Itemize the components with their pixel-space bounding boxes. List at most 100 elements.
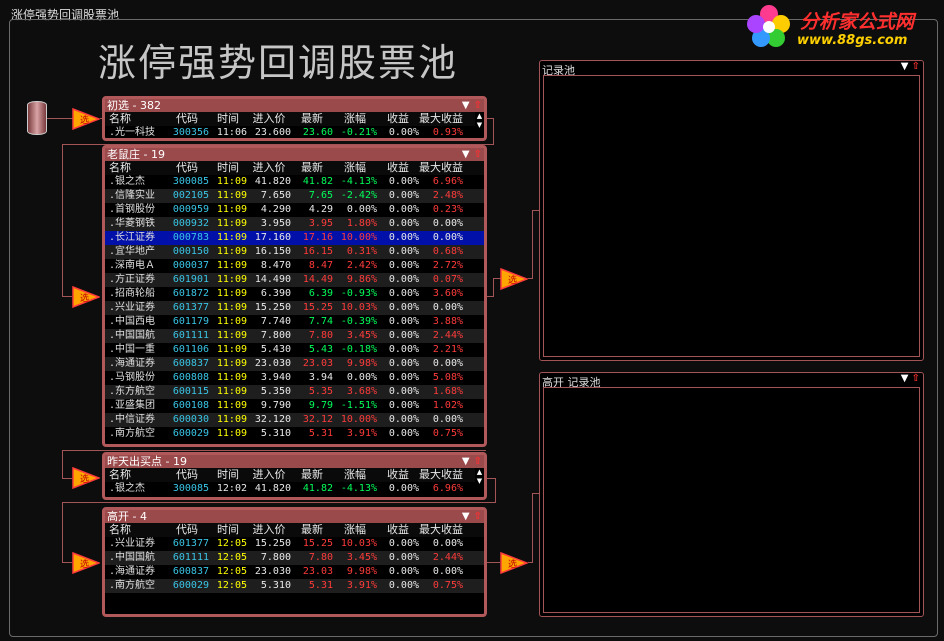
wire [62, 502, 496, 503]
dropdown-icon[interactable]: ▼ [901, 373, 909, 384]
last-price: 23.03 [302, 566, 333, 577]
pool-zuotian-maidian[interactable]: 昨天出买点 - 19 ▼ ⇧ 名称 代码 时间 进入价 最新 涨幅 收益 最大收益 .银之杰 3000… [102, 452, 487, 500]
last-price: 5.43 [308, 344, 333, 355]
export-up-icon[interactable]: ⇧ [912, 373, 920, 384]
table-row[interactable]: .兴业证券 601377 11:09 15.250 15.25 10.03% 0.00% 0.… [105, 301, 484, 315]
scrollbar[interactable]: ▲ ▼ [475, 468, 484, 486]
scrollbar[interactable]: ▲ ▼ [475, 112, 484, 130]
entry-price: 9.790 [260, 400, 291, 411]
table-row[interactable]: .中信证券 600030 11:09 32.120 32.12 10.00% 0.00% 0.… [105, 413, 484, 427]
last-price: 15.25 [302, 538, 333, 549]
table-row[interactable]: .兴业证券 601377 12:05 15.250 15.25 10.03% 0.00% 0.… [105, 537, 484, 551]
change-pct: -1.51% [340, 400, 377, 411]
max-return-pct: 0.00% [432, 218, 463, 229]
pool-laoshuzhuang[interactable]: 老鼠庄 - 19 ▼ ⇧ 名称 代码 时间 进入价 最新 涨幅 收益 最大收益 .银之杰 300085… [102, 145, 487, 447]
wire [495, 478, 496, 502]
selector-node-icon[interactable]: 选 [500, 268, 528, 290]
last-price: 4.29 [308, 204, 333, 215]
selector-node-icon[interactable]: 选 [72, 286, 100, 308]
table-row[interactable]: .中国国航 601111 11:09 7.800 7.80 3.45% 0.00% 2.44% [105, 329, 484, 343]
selector-node-label: 选 [508, 558, 517, 570]
table-row[interactable]: .招商轮船 601872 11:09 6.390 6.39 -0.93% 0.00% 3.60… [105, 287, 484, 301]
dropdown-icon[interactable]: ▼ [462, 148, 470, 161]
last-price: 5.35 [308, 386, 333, 397]
table-row[interactable]: .中国西电 601179 11:09 7.740 7.74 -0.39% 0.00% 3.88… [105, 315, 484, 329]
selector-node-icon[interactable]: 选 [72, 108, 100, 130]
table-row[interactable]: .宜华地产 000150 11:09 16.150 16.15 0.31% 0.00% 0.6… [105, 245, 484, 259]
table-row[interactable]: .光一科技 300356 11:06 23.600 23.60 -0.21% 0.00% 0.… [105, 126, 484, 140]
stock-code: 601377 [172, 538, 209, 549]
record-pool-area[interactable] [543, 387, 920, 613]
table-row[interactable]: .南方航空 600029 12:05 5.310 5.31 3.91% 0.00% 0.75% [105, 579, 484, 593]
stock-name: .宜华地产 [109, 246, 156, 257]
entry-time: 11:09 [216, 190, 247, 201]
table-row[interactable]: .中国一重 601106 11:09 5.430 5.43 -0.18% 0.00% 2.21… [105, 343, 484, 357]
entry-price: 41.820 [254, 483, 291, 494]
entry-time: 11:09 [216, 204, 247, 215]
stock-code: 000037 [172, 260, 209, 271]
export-up-icon[interactable]: ⇧ [912, 61, 920, 72]
wire [493, 118, 494, 144]
table-row[interactable]: .南方航空 600029 11:09 5.310 5.31 3.91% 0.00% 0.75% [105, 427, 484, 441]
column-header: 最新 [301, 523, 323, 536]
entry-price: 7.650 [260, 190, 291, 201]
dropdown-icon[interactable]: ▼ [462, 510, 470, 523]
gaokai-record-pool[interactable]: 高开 记录池 ▼ ⇧ [539, 372, 924, 617]
entry-time: 11:09 [216, 316, 247, 327]
column-header: 名称 [109, 523, 131, 536]
entry-price: 5.310 [260, 428, 291, 439]
table-row[interactable]: .银之杰 300085 12:02 41.820 41.82 -4.13% 0.00% 6.9… [105, 482, 484, 496]
pool-header: 初选 - 382 ▼ ⇧ [105, 99, 484, 112]
selector-node-icon[interactable]: 选 [72, 467, 100, 489]
change-pct: 3.91% [346, 580, 377, 591]
last-price: 7.65 [308, 190, 333, 201]
table-row[interactable]: .中国国航 601111 12:05 7.800 7.80 3.45% 0.00% 2.44% [105, 551, 484, 565]
pool-grid: 名称 代码 时间 进入价 最新 涨幅 收益 最大收益 .银之杰 300085 11:09 41.820… [105, 161, 484, 441]
pool-gaokai[interactable]: 高开 - 4 ▼ ⇧ 名称 代码 时间 进入价 最新 涨幅 收益 最大收益 .兴业证券 601377 1… [102, 507, 487, 617]
stock-name: .华菱钢铁 [109, 218, 156, 229]
dropdown-icon[interactable]: ▼ [462, 455, 470, 468]
change-pct: 10.03% [340, 538, 377, 549]
dropdown-icon[interactable]: ▼ [901, 61, 909, 72]
record-pool-area[interactable] [543, 75, 920, 357]
pool-title: 高开 - 4 [107, 510, 147, 523]
column-header: 最新 [301, 112, 323, 125]
selector-node-icon[interactable]: 选 [72, 552, 100, 574]
last-price: 41.82 [302, 176, 333, 187]
table-row[interactable]: .长江证券 000783 11:09 17.160 17.16 10.00% 0.00% 0.… [105, 231, 484, 245]
table-row[interactable]: .银之杰 300085 11:09 41.820 41.82 -4.13% 0.00% 6.9… [105, 175, 484, 189]
entry-time: 11:09 [216, 344, 247, 355]
table-row[interactable]: .海通证券 600837 11:09 23.030 23.03 9.98% 0.00% 0.0… [105, 357, 484, 371]
export-up-icon[interactable]: ⇧ [474, 455, 482, 468]
change-pct: 3.45% [346, 330, 377, 341]
max-return-pct: 3.60% [432, 288, 463, 299]
table-row[interactable]: .海通证券 600837 12:05 23.030 23.03 9.98% 0.00% 0.0… [105, 565, 484, 579]
export-up-icon[interactable]: ⇧ [474, 148, 482, 161]
return-pct: 0.00% [388, 566, 419, 577]
table-row[interactable]: .信隆实业 002105 11:09 7.650 7.65 -2.42% 0.00% 2.48… [105, 189, 484, 203]
column-header: 进入价 [252, 468, 286, 481]
entry-time: 11:09 [216, 358, 247, 369]
selector-node-icon[interactable]: 选 [500, 552, 528, 574]
table-row[interactable]: .亚盛集团 600108 11:09 9.790 9.79 -1.51% 0.00% 1.02… [105, 399, 484, 413]
pool-chuxuan[interactable]: 初选 - 382 ▼ ⇧ 名称 代码 时间 进入价 最新 涨幅 收益 最大收益 .光一科技 30035… [102, 96, 487, 141]
entry-time: 11:09 [216, 260, 247, 271]
column-header: 涨幅 [344, 468, 366, 481]
pool-grid: 名称 代码 时间 进入价 最新 涨幅 收益 最大收益 .银之杰 300085 12:02 41.820… [105, 468, 484, 496]
table-row[interactable]: .华菱钢铁 000932 11:09 3.950 3.95 1.80% 0.00% 0.00% [105, 217, 484, 231]
logo-url: www.88gs.com [797, 33, 908, 48]
entry-time: 11:06 [216, 127, 247, 138]
database-icon[interactable] [27, 101, 47, 135]
export-up-icon[interactable]: ⇧ [474, 510, 482, 523]
table-row[interactable]: .方正证券 601901 11:09 14.490 14.49 9.86% 0.00% 0.0… [105, 273, 484, 287]
stock-code: 000959 [172, 204, 209, 215]
dropdown-icon[interactable]: ▼ [462, 99, 470, 112]
max-return-pct: 0.00% [432, 566, 463, 577]
table-row[interactable]: .东方航空 600115 11:09 5.350 5.35 3.68% 0.00% 1.68% [105, 385, 484, 399]
table-row[interactable]: .首钢股份 000959 11:09 4.290 4.29 0.00% 0.00% 0.23% [105, 203, 484, 217]
export-up-icon[interactable]: ⇧ [474, 99, 482, 112]
table-row[interactable]: .马钢股份 600808 11:09 3.940 3.94 0.00% 0.00% 5.08% [105, 371, 484, 385]
table-row[interactable]: .深南电Ａ 000037 11:09 8.470 8.47 2.42% 0.00% 2.72% [105, 259, 484, 273]
wire [45, 118, 73, 119]
record-pool[interactable]: 记录池 ▼ ⇧ [539, 60, 924, 361]
